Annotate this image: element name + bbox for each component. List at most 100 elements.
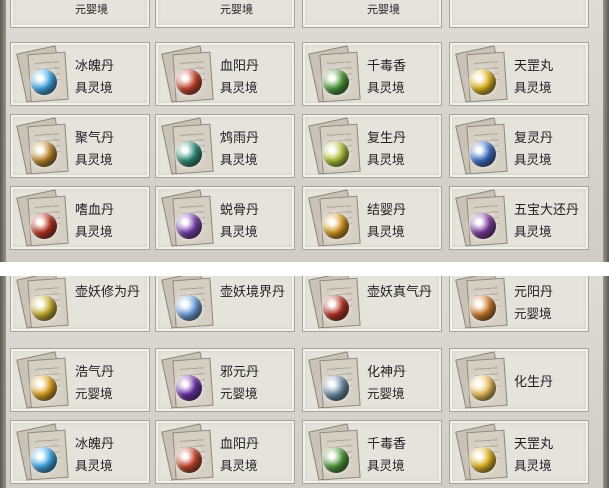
item-card[interactable]: 血阳丹 具灵境 — [155, 42, 295, 106]
item-card[interactable]: 嗜血丹 具灵境 — [10, 186, 150, 250]
item-card[interactable]: 天罡丸 具灵境 — [449, 420, 589, 484]
item-card[interactable]: 元阳丹 元婴境 — [449, 276, 589, 332]
screenshot-divider — [0, 262, 609, 276]
recipe-scroll-icon — [161, 423, 214, 481]
item-realm: 具灵境 — [367, 80, 405, 95]
gourd-demon-realm-pill-icon — [176, 295, 202, 321]
item-card[interactable] — [449, 0, 589, 28]
recipe-scroll-icon — [161, 117, 214, 175]
item-name: 五宝大还丹 — [514, 203, 580, 218]
recipe-scroll-icon — [455, 276, 508, 329]
item-realm: 具灵境 — [514, 224, 552, 239]
item-card[interactable]: 血阳丹 具灵境 — [155, 420, 295, 484]
item-realm: 元婴境 — [220, 386, 258, 401]
item-realm: 具灵境 — [367, 224, 405, 239]
item-realm: 具灵境 — [514, 152, 552, 167]
heavenly-pill-icon — [470, 447, 496, 473]
item-name: 嗜血丹 — [75, 203, 115, 218]
item-card[interactable]: 化神丹 元婴境 — [302, 348, 442, 412]
item-card[interactable]: 聚气丹 具灵境 — [10, 114, 150, 178]
item-card[interactable]: 浩气丹 元婴境 — [10, 348, 150, 412]
item-grid-panel-bottom: 壶妖修为丹 壶妖境界丹 壶妖真气丹 元阳丹 元婴境 浩气丹 元婴境 邪元丹 元婴境 化神丹 元婴境化… — [0, 276, 609, 488]
item-card[interactable]: 千毒香 具灵境 — [302, 420, 442, 484]
item-realm: 元婴境 — [75, 3, 108, 16]
item-name: 冰魄丹 — [75, 59, 115, 74]
item-realm: 具灵境 — [220, 224, 258, 239]
item-card[interactable]: 复生丹 具灵境 — [302, 114, 442, 178]
recipe-scroll-icon — [16, 423, 69, 481]
item-realm: 具灵境 — [367, 152, 405, 167]
ice-soul-pill-icon — [31, 447, 57, 473]
item-name: 鸩雨丹 — [220, 131, 260, 146]
item-name: 复灵丹 — [514, 131, 554, 146]
item-card[interactable]: 天罡丸 具灵境 — [449, 42, 589, 106]
item-card[interactable]: 邪元丹 元婴境 — [155, 348, 295, 412]
item-card[interactable]: 元婴境 — [10, 0, 150, 28]
recipe-scroll-icon — [455, 351, 508, 409]
recipe-scroll-icon — [16, 276, 69, 329]
recipe-scroll-icon — [308, 45, 361, 103]
item-name: 聚气丹 — [75, 131, 115, 146]
ice-soul-pill-icon — [31, 69, 57, 95]
recipe-scroll-icon — [161, 189, 214, 247]
primordial-yang-pill-icon — [470, 295, 496, 321]
bone-shedding-pill-icon — [176, 213, 202, 239]
item-card[interactable]: 元婴境 — [155, 0, 295, 28]
item-card[interactable]: 化生丹 — [449, 348, 589, 412]
item-name: 复生丹 — [367, 131, 407, 146]
blood-sun-pill-icon — [176, 69, 202, 95]
thousand-poison-incense-icon — [323, 69, 349, 95]
item-card[interactable]: 壶妖修为丹 — [10, 276, 150, 332]
item-card[interactable]: 元婴境 — [302, 0, 442, 28]
thousand-poison-incense-icon — [323, 447, 349, 473]
recipe-scroll-icon — [455, 189, 508, 247]
recipe-scroll-icon — [455, 117, 508, 175]
item-name: 化生丹 — [514, 375, 554, 390]
item-realm: 具灵境 — [75, 152, 113, 167]
item-name: 千毒香 — [367, 437, 407, 452]
item-realm: 具灵境 — [75, 80, 113, 95]
recipe-scroll-icon — [308, 117, 361, 175]
recipe-scroll-icon — [161, 45, 214, 103]
item-card[interactable]: 千毒香 具灵境 — [302, 42, 442, 106]
item-name: 血阳丹 — [220, 59, 260, 74]
panel-frame-left — [0, 276, 6, 488]
panel-frame-right — [603, 276, 609, 488]
item-name: 壶妖修为丹 — [75, 285, 141, 300]
recipe-scroll-icon — [161, 276, 214, 329]
item-card[interactable]: 冰魄丹 具灵境 — [10, 420, 150, 484]
item-card[interactable]: 壶妖真气丹 — [302, 276, 442, 332]
item-realm: 具灵境 — [514, 458, 552, 473]
item-grid-panel-top: 元婴境 元婴境 元婴境 冰魄丹 具灵境 血阳丹 具灵境 千毒香 具灵境 天罡丸 具灵境 聚气丹 具灵境鸩… — [0, 0, 609, 262]
item-card[interactable]: 蜕骨丹 具灵境 — [155, 186, 295, 250]
qi-gathering-pill-icon — [31, 141, 57, 167]
item-realm: 元婴境 — [514, 306, 552, 321]
item-card[interactable]: 冰魄丹 具灵境 — [10, 42, 150, 106]
item-name: 化神丹 — [367, 365, 407, 380]
poison-rain-pill-icon — [176, 141, 202, 167]
recipe-scroll-icon — [16, 189, 69, 247]
gourd-demon-cultivation-pill-icon — [31, 295, 57, 321]
item-name: 蜕骨丹 — [220, 203, 260, 218]
panel-frame-left — [0, 0, 6, 262]
item-card[interactable]: 鸩雨丹 具灵境 — [155, 114, 295, 178]
panel-frame-right — [603, 0, 609, 262]
item-card[interactable]: 结婴丹 具灵境 — [302, 186, 442, 250]
recipe-scroll-icon — [308, 423, 361, 481]
bloodthirst-pill-icon — [31, 213, 57, 239]
recipe-scroll-icon — [308, 276, 361, 329]
item-realm: 具灵境 — [220, 458, 258, 473]
item-card[interactable]: 壶妖境界丹 — [155, 276, 295, 332]
recipe-scroll-icon — [16, 45, 69, 103]
recipe-scroll-icon — [16, 351, 69, 409]
recipe-scroll-icon — [455, 423, 508, 481]
item-card[interactable]: 复灵丹 具灵境 — [449, 114, 589, 178]
recipe-scroll-icon — [455, 45, 508, 103]
item-name: 结婴丹 — [367, 203, 407, 218]
item-card[interactable]: 五宝大还丹 具灵境 — [449, 186, 589, 250]
item-realm: 具灵境 — [75, 224, 113, 239]
item-name: 邪元丹 — [220, 365, 260, 380]
blood-sun-pill-icon — [176, 447, 202, 473]
item-realm: 元婴境 — [75, 386, 113, 401]
item-name: 血阳丹 — [220, 437, 260, 452]
